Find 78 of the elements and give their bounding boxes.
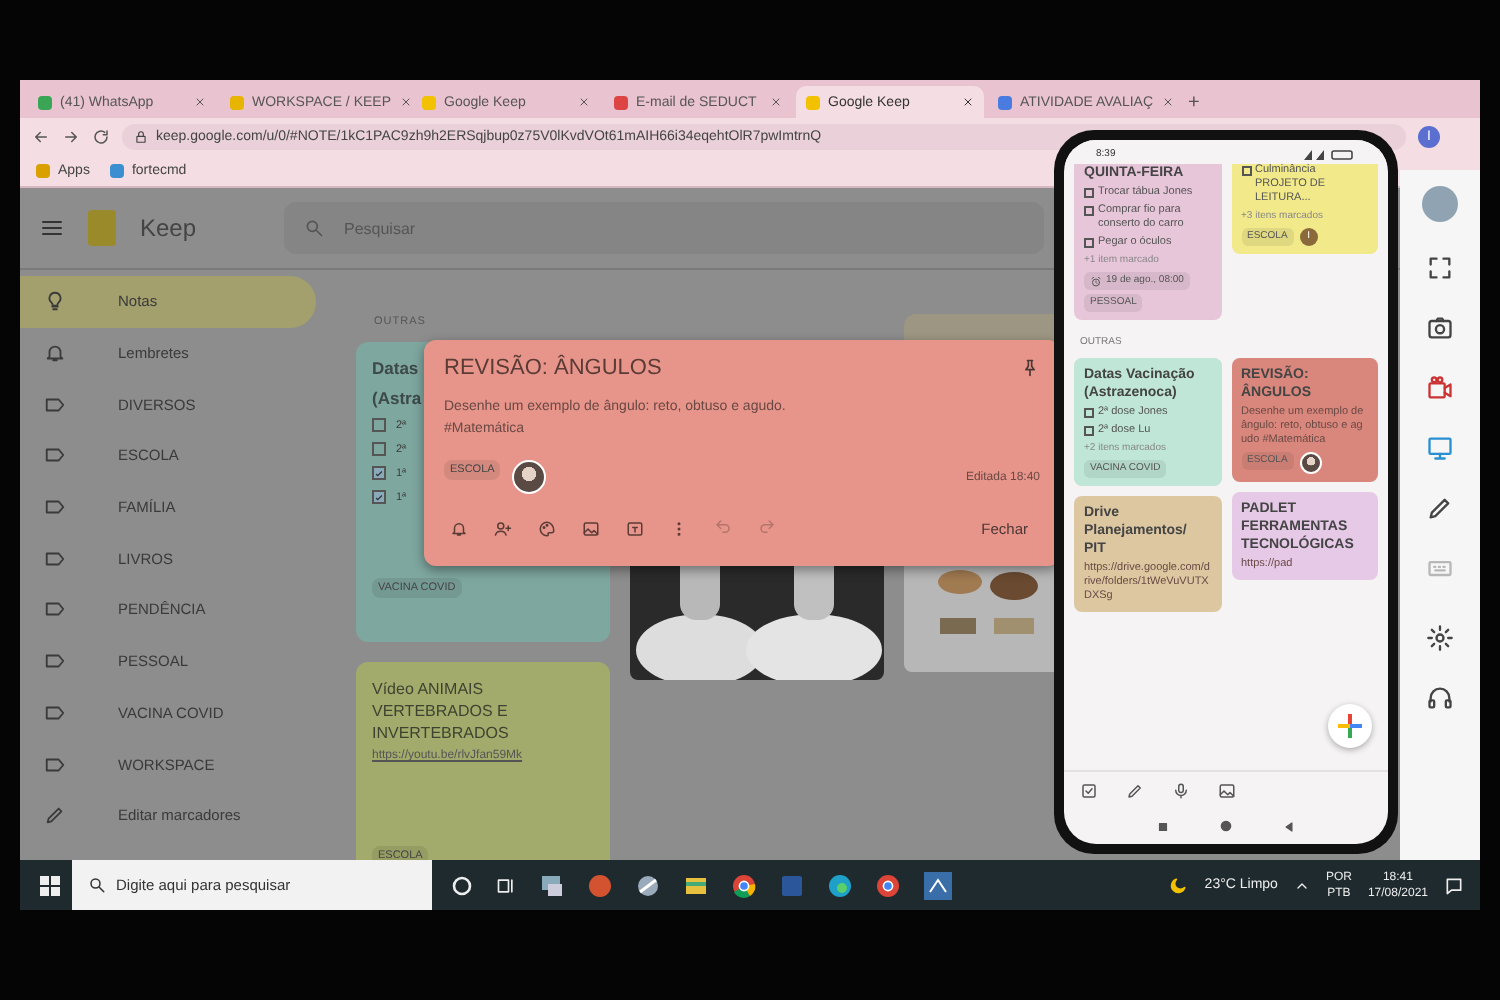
image-icon[interactable] [582,519,600,537]
lock-icon[interactable] [134,129,148,143]
alarm-icon[interactable] [1090,275,1102,287]
collaborator-avatar[interactable] [512,460,547,494]
new-tab-button[interactable]: + [1180,86,1208,118]
checkbox[interactable] [1241,166,1251,176]
browser-icon[interactable] [732,873,756,897]
microphone-icon[interactable] [1172,781,1190,799]
note-title: REVISÃO: ÂNGULOS [444,356,662,380]
collaborator-avatar[interactable] [1299,452,1322,474]
palette-icon[interactable] [538,519,556,537]
folder-icon[interactable] [684,873,708,897]
reload-icon[interactable] [92,127,110,145]
lightbulb-icon[interactable] [44,290,66,313]
app-icon[interactable] [636,873,660,897]
presentation-app-icon[interactable] [588,873,612,897]
pen-icon[interactable] [1426,494,1454,522]
reminder-icon[interactable] [450,519,468,537]
status-icons [1304,149,1356,159]
checkbox[interactable] [1084,188,1094,198]
keep-logo [88,210,116,246]
notification-icon[interactable] [1444,875,1464,895]
note-title: (Astra [372,388,422,408]
close-icon[interactable] [770,96,782,108]
app-icon[interactable] [924,871,952,899]
close-icon[interactable] [399,96,411,108]
add-button[interactable] [1328,704,1372,748]
image-icon[interactable] [1218,781,1236,799]
label-icon[interactable] [44,753,66,776]
close-icon[interactable] [578,96,590,108]
app-name: Keep [140,214,199,242]
pencil-icon[interactable] [1126,781,1144,799]
label-icon[interactable] [44,650,66,673]
app-icon[interactable] [540,873,564,897]
task-view-icon[interactable] [496,875,516,895]
pencil-icon[interactable] [44,804,66,827]
checkbox[interactable] [372,490,386,504]
checkbox[interactable] [372,418,386,432]
home-icon[interactable] [1218,818,1234,834]
start-icon[interactable] [40,875,60,895]
square-icon[interactable] [1156,819,1170,833]
label-icon[interactable] [44,444,66,467]
moon-icon[interactable] [1168,875,1189,895]
checkbox[interactable] [1084,238,1094,248]
add-person-icon[interactable] [494,519,512,537]
pin-icon[interactable] [1020,358,1040,378]
checkbox[interactable] [1084,206,1094,216]
browser-icon[interactable] [828,873,852,897]
note-title: Datas [372,358,419,378]
back-icon[interactable] [1282,819,1296,833]
checkbox[interactable] [1084,426,1094,436]
headset-icon[interactable] [1426,684,1454,712]
plus-icon [1336,712,1364,740]
camera-icon[interactable] [1426,314,1454,342]
label-icon[interactable] [44,393,66,416]
checkbox-icon[interactable] [1080,781,1098,799]
label-icon[interactable] [44,598,66,621]
circle-icon[interactable] [452,875,472,895]
settings-icon[interactable] [1426,624,1454,652]
checkbox[interactable] [372,442,386,456]
note-title: Vídeo ANIMAIS VERTEBRADOS E INVERTEBRADOS [372,678,511,744]
close-icon[interactable] [962,96,974,108]
video-camera-icon[interactable] [1426,374,1454,402]
search-icon[interactable] [88,876,106,894]
checkbox[interactable] [372,466,386,480]
menu-icon[interactable] [40,216,64,240]
label-icon[interactable] [44,547,66,570]
screen-icon[interactable] [1426,434,1454,462]
close-icon[interactable] [1161,96,1174,108]
label-icon[interactable] [44,701,66,724]
browser-icon[interactable] [876,873,900,897]
close-icon[interactable] [194,96,206,108]
checkbox[interactable] [1084,408,1094,418]
forward-icon[interactable] [62,127,80,145]
fullscreen-icon[interactable] [1426,254,1454,282]
bell-icon[interactable] [44,342,66,365]
label-icon[interactable] [44,496,66,519]
back-icon[interactable] [32,127,50,145]
